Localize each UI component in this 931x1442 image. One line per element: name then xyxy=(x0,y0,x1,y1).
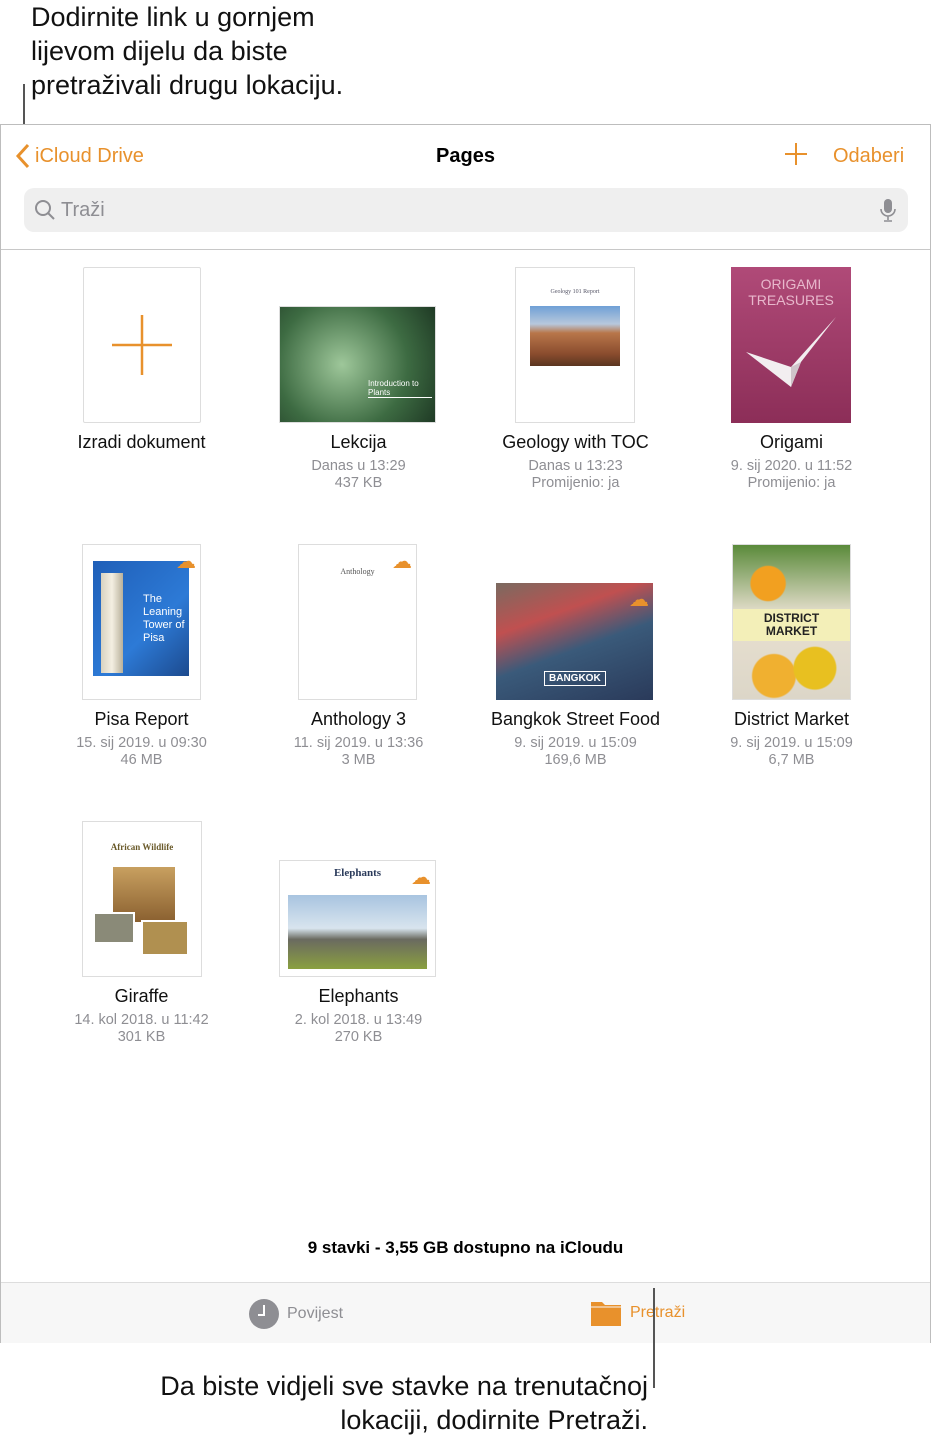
cloud-download-icon: ☁ xyxy=(629,589,649,611)
plus-icon xyxy=(112,315,172,375)
file-item[interactable]: Introduction to Plants Lekcija Danas u 1… xyxy=(250,267,467,491)
file-item[interactable]: Anthology ☁ Anthology 3 11. sij 2019. u … xyxy=(250,544,467,768)
create-thumbnail xyxy=(83,267,201,423)
document-thumbnail: African Wildlife xyxy=(82,821,202,977)
document-thumbnail: Introduction to Plants xyxy=(279,306,436,423)
file-item[interactable]: African Wildlife Giraffe 14. kol 2018. u… xyxy=(33,821,250,1045)
storage-status: 9 stavki - 3,55 GB dostupno na iCloudu xyxy=(307,1238,624,1257)
create-document-button[interactable]: Izradi dokument xyxy=(33,267,250,467)
document-thumbnail: Anthology ☁ xyxy=(298,544,417,700)
callout-leader xyxy=(653,1288,655,1388)
file-item[interactable]: ORIGAMI TREASURES Origami 9. sij 2020. u… xyxy=(683,267,900,491)
document-thumbnail: BANGKOK ☁ xyxy=(496,583,653,700)
file-item[interactable]: Elephants ☁ Elephants 2. kol 2018. u 13:… xyxy=(250,821,467,1045)
document-thumbnail: Geology 101 Report xyxy=(515,267,635,423)
search-icon xyxy=(35,200,55,220)
plus-icon xyxy=(785,143,807,165)
back-button[interactable]: iCloud Drive xyxy=(15,143,144,169)
microphone-icon[interactable] xyxy=(880,198,896,222)
tab-browse[interactable]: Pretraži xyxy=(590,1299,685,1327)
folder-icon xyxy=(591,1302,621,1326)
file-item[interactable]: Geology 101 Report Geology with TOC Dana… xyxy=(467,267,684,491)
tab-bar: Povijest Pretraži xyxy=(1,1282,930,1343)
file-item[interactable]: DISTRICT MARKET District Market 9. sij 2… xyxy=(683,544,900,768)
cloud-download-icon: ☁ xyxy=(176,551,196,573)
divider xyxy=(1,249,930,250)
file-item[interactable]: BANGKOK ☁ Bangkok Street Food 9. sij 201… xyxy=(467,544,684,768)
cloud-download-icon: ☁ xyxy=(392,551,412,573)
tab-history[interactable]: Povijest xyxy=(249,1299,343,1329)
document-thumbnail: Elephants ☁ xyxy=(279,860,436,977)
document-thumbnail: DISTRICT MARKET xyxy=(732,544,851,700)
document-thumbnail: The Leaning Tower of Pisa ☁ xyxy=(82,544,201,700)
file-browser: iCloud Drive Pages Odaberi Traži Izradi … xyxy=(0,124,931,1343)
document-thumbnail: ORIGAMI TREASURES xyxy=(731,267,851,423)
chevron-left-icon xyxy=(15,143,30,169)
add-button[interactable] xyxy=(784,139,808,171)
file-item[interactable]: The Leaning Tower of Pisa ☁ Pisa Report … xyxy=(33,544,250,768)
callout-top: Dodirnite link u gornjem lijevom dijelu … xyxy=(31,2,344,100)
select-button[interactable]: Odaberi xyxy=(833,145,904,168)
callout-bottom: Da biste vidjeli sve stavke na trenutačn… xyxy=(160,1371,648,1435)
clock-icon xyxy=(249,1299,279,1329)
cloud-download-icon: ☁ xyxy=(411,867,431,889)
search-input[interactable]: Traži xyxy=(24,188,908,232)
